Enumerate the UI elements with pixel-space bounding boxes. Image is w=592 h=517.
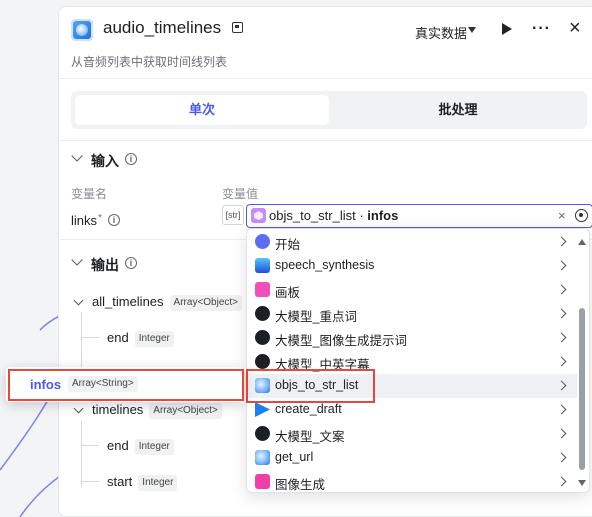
chevron-right-icon: [556, 308, 567, 319]
field-name: links: [71, 213, 98, 228]
llm-icon: [255, 426, 270, 441]
info-icon[interactable]: i: [125, 257, 137, 269]
dropdown-option[interactable]: 大模型_重点词: [247, 302, 577, 326]
dropdown-option[interactable]: 开始: [247, 230, 577, 254]
dropdown-option[interactable]: speech_synthesis: [247, 254, 577, 278]
info-icon[interactable]: i: [125, 153, 137, 165]
chevron-right-icon: [556, 332, 567, 343]
output-item: end Integer: [107, 330, 174, 347]
input-field-label: links*: [71, 213, 102, 228]
chevron-right-icon: [556, 380, 567, 391]
chevron-right-icon: [556, 476, 567, 487]
chevron-right-icon: [556, 236, 567, 247]
chevron-right-icon: [556, 452, 567, 463]
output-item: end Integer: [107, 438, 174, 455]
dropdown-option[interactable]: 图像生成: [247, 470, 577, 492]
dropdown-scrollbar[interactable]: [577, 239, 587, 486]
scroll-thumb[interactable]: [579, 308, 585, 470]
chevron-right-icon: [556, 428, 567, 439]
draft-icon: [255, 402, 270, 417]
col-var-name: 变量名: [71, 187, 108, 201]
dropdown-option[interactable]: 画板: [247, 278, 577, 302]
dropdown-option[interactable]: 大模型_文案: [247, 422, 577, 446]
chevron-right-icon: [556, 260, 567, 271]
run-mode-tabs: 单次 批处理: [71, 91, 587, 129]
highlight-box: [246, 369, 375, 403]
chevron-down-icon[interactable]: [73, 295, 84, 306]
chevron-down-icon[interactable]: [73, 403, 84, 414]
output-item: start Integer: [107, 474, 178, 491]
save-icon[interactable]: [232, 22, 243, 33]
tab-single[interactable]: 单次: [75, 95, 329, 125]
play-icon[interactable]: [502, 23, 512, 35]
tree-line: [81, 313, 82, 371]
caret-down-icon[interactable]: [468, 27, 476, 33]
plugin-icon: [255, 450, 270, 465]
speech-icon: [255, 258, 270, 273]
tree-line: [81, 337, 99, 338]
output-section-title: 输出: [91, 257, 119, 273]
dropdown-option[interactable]: 大模型_图像生成提示词: [247, 326, 577, 350]
dropdown-option[interactable]: get_url: [247, 446, 577, 470]
reference-value: objs_to_str_list · infos: [269, 208, 399, 223]
tree-line: [81, 421, 82, 487]
divider: [59, 78, 592, 79]
mode-select[interactable]: 真实数据: [415, 23, 467, 42]
highlight-box: [8, 369, 244, 401]
target-icon[interactable]: [575, 209, 588, 222]
plugin-icon: [71, 19, 93, 41]
chevron-right-icon: [556, 404, 567, 415]
output-item: all_timelines Array<Object>: [92, 294, 243, 311]
col-var-value: 变量值: [222, 187, 259, 201]
llm-icon: [255, 354, 270, 369]
chevron-down-icon[interactable]: [71, 254, 83, 266]
chevron-right-icon: [556, 284, 567, 295]
start-icon: [255, 234, 270, 249]
tab-batch[interactable]: 批处理: [333, 95, 583, 125]
more-icon[interactable]: ···: [532, 20, 551, 38]
scroll-up-icon[interactable]: [578, 239, 586, 245]
output-item: timelines Array<Object>: [92, 402, 222, 419]
chevron-right-icon: [556, 356, 567, 367]
tree-line: [81, 445, 99, 446]
node-title: audio_timelines: [103, 18, 222, 37]
variable-reference-input[interactable]: objs_to_str_list · infos ×: [246, 204, 592, 228]
close-icon[interactable]: ×: [569, 18, 581, 38]
plugin-icon: [251, 208, 266, 223]
llm-icon: [255, 330, 270, 345]
clear-icon[interactable]: ×: [558, 208, 566, 223]
type-badge: [str]: [222, 205, 244, 225]
llm-icon: [255, 306, 270, 321]
chevron-down-icon[interactable]: [71, 150, 83, 162]
node-description: 从音频列表中获取时间线列表: [71, 55, 228, 69]
node-reference-dropdown: 开始 speech_synthesis 画板 大模型_重点词 大模型_图像生成提…: [246, 228, 590, 493]
info-icon[interactable]: i: [108, 214, 120, 226]
required-mark: *: [98, 213, 102, 224]
scroll-down-icon[interactable]: [578, 480, 586, 486]
image-gen-icon: [255, 474, 270, 489]
input-section-title: 输入: [91, 153, 119, 169]
divider: [59, 140, 592, 141]
tree-line: [81, 481, 99, 482]
canvas-icon: [255, 282, 270, 297]
